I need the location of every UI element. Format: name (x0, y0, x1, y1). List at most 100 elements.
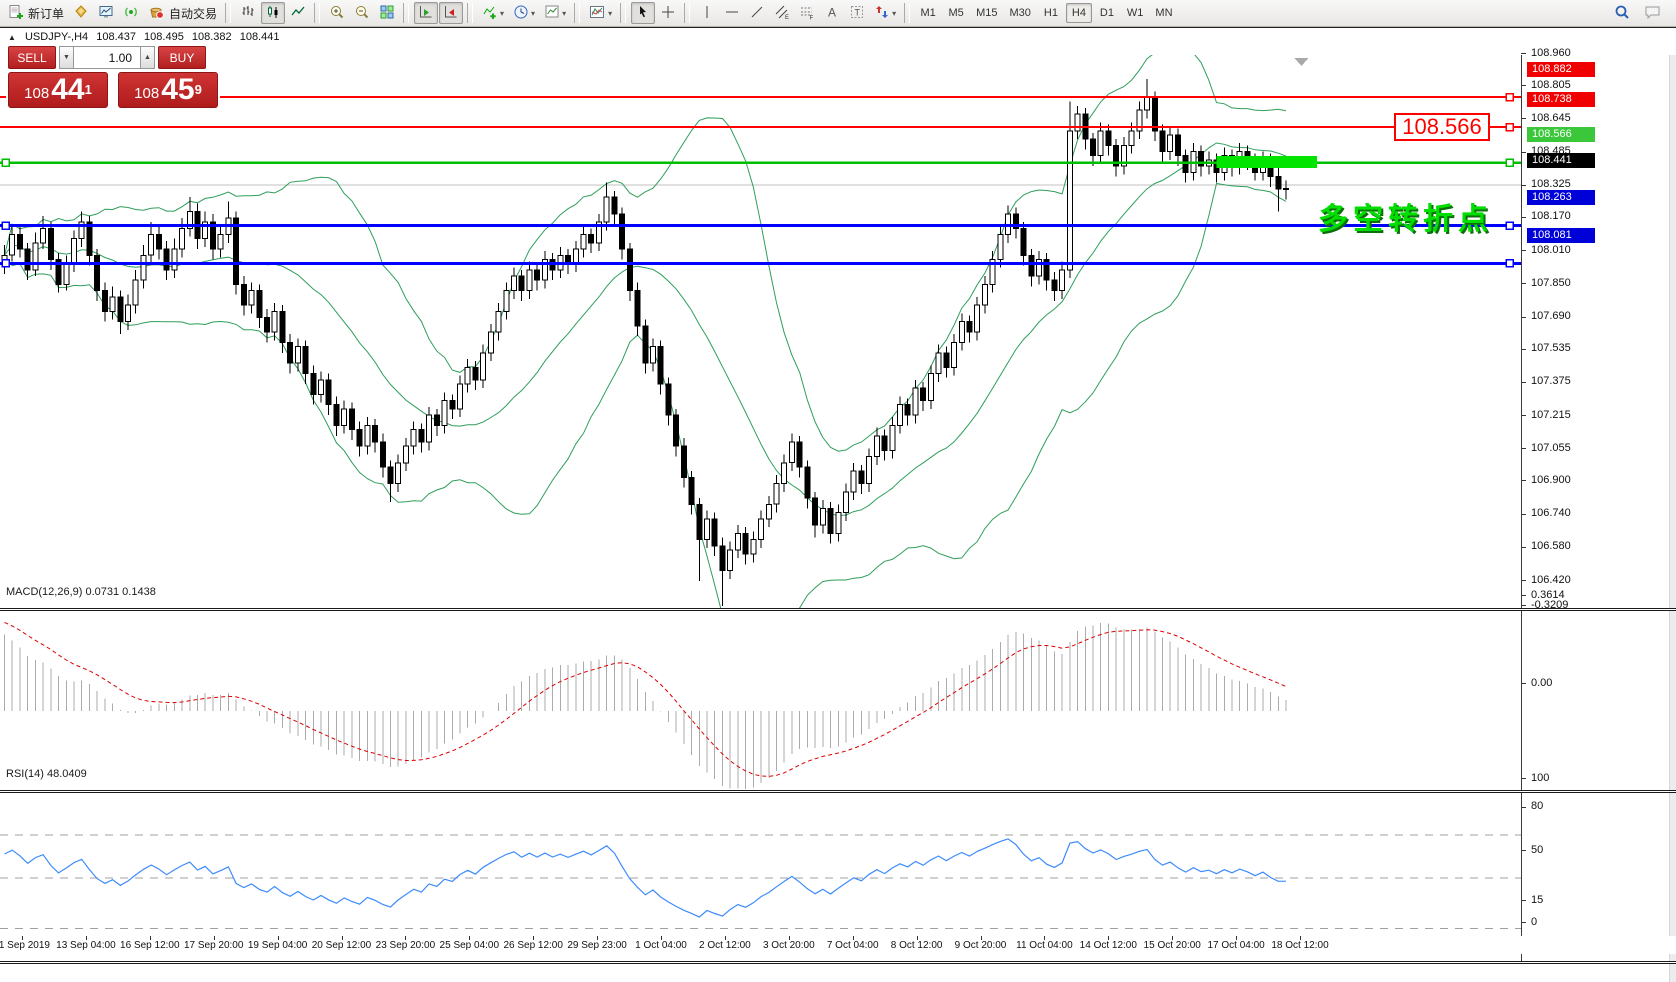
main-price-chart[interactable] (0, 55, 1521, 608)
time-axis-label: 13 Sep 04:00 (56, 940, 116, 951)
timeframe-button-M5[interactable]: M5 (943, 3, 969, 23)
timeframe-button-M1[interactable]: M1 (915, 3, 941, 23)
rsi-tick-label: 50 (1531, 844, 1543, 856)
label-tool-button[interactable]: T (845, 2, 869, 24)
panel-separator[interactable] (0, 608, 1676, 611)
timeframe-button-H1[interactable]: H1 (1038, 3, 1064, 23)
horizontal-line-tool-button[interactable] (720, 2, 744, 24)
chat-button[interactable] (1640, 2, 1666, 24)
scrollbar-strip[interactable] (1669, 55, 1676, 982)
price-tick-label: 106.420 (1531, 574, 1571, 586)
price-badge-108.263: 108.263 (1527, 190, 1595, 205)
arrows-tool-button[interactable]: ▾ (870, 2, 900, 24)
time-tick-mark (214, 936, 215, 940)
axis-tick-mark (1521, 217, 1526, 218)
time-axis-label: 18 Oct 12:00 (1271, 940, 1328, 951)
period-button[interactable]: ▾ (509, 2, 539, 24)
dropdown-caret-icon: ▾ (562, 9, 566, 18)
time-axis-label: 16 Sep 12:00 (120, 940, 180, 951)
axis-tick-mark (1521, 922, 1526, 923)
axis-tick-mark (1521, 415, 1526, 416)
panel-separator[interactable] (0, 790, 1676, 793)
ohlc-high: 108.495 (144, 31, 184, 43)
cursor-tool-button[interactable] (631, 2, 655, 24)
price-tick-label: 107.690 (1531, 310, 1571, 322)
channel-tool-button[interactable]: E (770, 2, 794, 24)
ohlc-close: 108.441 (240, 31, 280, 43)
text-tool-button[interactable]: A (820, 2, 844, 24)
timeframe-button-M15[interactable]: M15 (971, 3, 1002, 23)
volume-input[interactable] (74, 46, 140, 69)
time-axis-label: 8 Oct 12:00 (891, 940, 943, 951)
collapse-icon[interactable]: ▲ (8, 33, 16, 42)
axis-tick-mark (1521, 118, 1526, 119)
zoom-in-button[interactable] (325, 2, 349, 24)
dropdown-caret-icon: ▾ (608, 9, 612, 18)
buy-button[interactable]: BUY (158, 46, 206, 69)
timeframe-button-MN[interactable]: MN (1150, 3, 1177, 23)
template-button[interactable]: ▾ (540, 2, 570, 24)
market-watch-button[interactable] (94, 2, 118, 24)
market-depth-button[interactable] (69, 2, 93, 24)
timeframe-button-D1[interactable]: D1 (1094, 3, 1120, 23)
add-indicator-button[interactable]: ▾ (478, 2, 508, 24)
price-badge-108.081: 108.081 (1527, 228, 1595, 243)
price-tick-label: 107.850 (1531, 277, 1571, 289)
time-axis[interactable]: 11 Sep 201913 Sep 04:0016 Sep 12:0017 Se… (0, 936, 1676, 954)
price-tick-label: 106.740 (1531, 507, 1571, 519)
search-button[interactable] (1610, 2, 1634, 24)
new-order-button[interactable]: 新订单 (4, 2, 68, 24)
svg-text:F: F (810, 15, 814, 20)
crosshair-tool-button[interactable] (656, 2, 680, 24)
indicator-palette-button[interactable]: ▾ (585, 2, 616, 24)
vertical-line-tool-button[interactable] (695, 2, 719, 24)
axis-tick-mark (1521, 778, 1526, 779)
time-axis-label: 11 Oct 04:00 (1016, 940, 1073, 951)
time-tick-mark (725, 936, 726, 940)
signal-button[interactable] (119, 2, 143, 24)
trendline-tool-button[interactable] (745, 2, 769, 24)
time-axis-label: 19 Sep 04:00 (248, 940, 308, 951)
fibonacci-tool-button[interactable]: F (795, 2, 819, 24)
bar-chart-mode-button[interactable] (236, 2, 260, 24)
toolbar-separator (684, 3, 690, 23)
svg-text:E: E (785, 15, 789, 20)
time-tick-mark (86, 936, 87, 940)
zoom-out-button[interactable] (350, 2, 374, 24)
toolbar-separator (574, 3, 580, 23)
axis-tick-mark (1521, 85, 1526, 86)
chart-window[interactable] (0, 27, 1676, 954)
time-axis-label: 23 Sep 20:00 (376, 940, 436, 951)
volume-increase-button[interactable]: ▲ (140, 46, 155, 69)
sell-price-pip: 1 (85, 73, 92, 107)
autotrading-button[interactable]: 自动交易 (144, 2, 221, 24)
buy-price-display[interactable]: 108459 (118, 72, 218, 108)
tile-windows-button[interactable] (375, 2, 399, 24)
time-axis-label: 9 Oct 20:00 (955, 940, 1007, 951)
timeframe-button-W1[interactable]: W1 (1122, 3, 1149, 23)
ohlc-low: 108.382 (192, 31, 232, 43)
dropdown-caret-icon: ▾ (531, 9, 535, 18)
time-axis-label: 15 Oct 20:00 (1144, 940, 1201, 951)
time-tick-mark (533, 936, 534, 940)
autoscroll-button[interactable] (414, 2, 438, 24)
candle-chart-mode-button[interactable] (261, 2, 285, 24)
time-tick-mark (981, 936, 982, 940)
time-axis-label: 20 Sep 12:00 (312, 940, 372, 951)
pivot-annotation[interactable]: 多空转折点 (1318, 194, 1493, 238)
macd-panel[interactable] (0, 611, 1521, 790)
volume-decrease-button[interactable]: ▼ (59, 46, 74, 69)
timeframe-button-M30[interactable]: M30 (1005, 3, 1036, 23)
main-toolbar: 新订单 自动交易 ▾ ▾ ▾ ▾ E F A T ▾ M1M5M15M30H1H… (0, 0, 1676, 27)
price-tick-label: 106.580 (1531, 540, 1571, 552)
timeframe-button-H4[interactable]: H4 (1066, 3, 1092, 23)
ohlc-open: 108.437 (96, 31, 136, 43)
line-chart-mode-button[interactable] (286, 2, 310, 24)
arrows-icon (874, 4, 890, 23)
time-axis-label: 25 Sep 04:00 (440, 940, 500, 951)
sell-button[interactable]: SELL (8, 46, 56, 69)
price-callout-box[interactable]: 108.566 (1394, 113, 1490, 141)
chart-shift-button[interactable] (439, 2, 463, 24)
sell-price-display[interactable]: 108441 (8, 72, 108, 108)
time-axis-label: 29 Sep 23:00 (567, 940, 627, 951)
